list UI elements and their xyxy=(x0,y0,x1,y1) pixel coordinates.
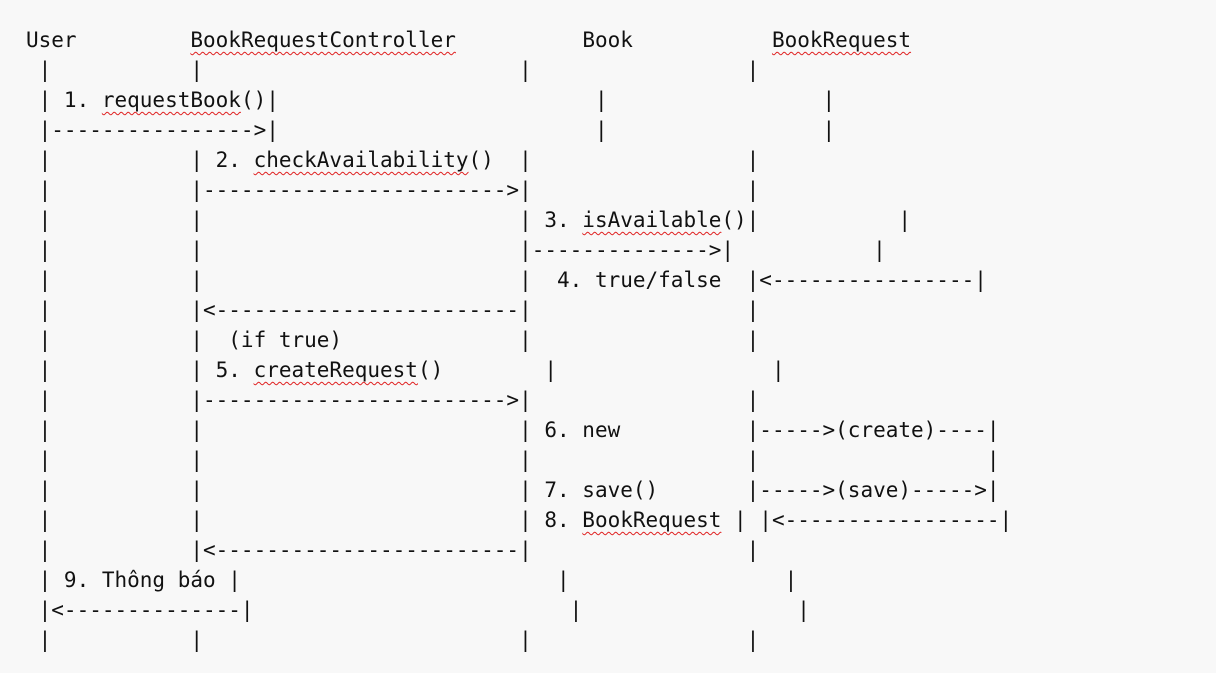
diagram-text: | |<------------------------| | xyxy=(26,538,760,562)
spell-flagged-text: isAvailable xyxy=(582,208,722,232)
diagram-text: | |<-----------------| xyxy=(721,508,1013,532)
diagram-line: | | (if true) | | xyxy=(26,325,760,355)
diagram-text: () | | xyxy=(468,148,760,172)
diagram-text: | | | | xyxy=(26,58,760,82)
diagram-text: | | | 7. save() |----->(save)----->| xyxy=(26,478,1000,502)
diagram-line: | | | 3. isAvailable()| | xyxy=(26,205,911,235)
diagram-text: | | (if true) | | xyxy=(26,328,760,352)
diagram-line: | 1. requestBook()| | | xyxy=(26,85,836,115)
diagram-text: | | | | xyxy=(26,628,760,652)
diagram-line: | | | 8. BookRequest | |<---------------… xyxy=(26,505,1013,535)
spell-flagged-text: checkAvailability xyxy=(253,148,469,172)
spell-flagged-text: createRequest xyxy=(253,358,418,382)
diagram-text: User xyxy=(26,28,191,52)
diagram-text: | |------------------------>| | xyxy=(26,178,760,202)
diagram-line: | | |-------------->| | xyxy=(26,235,886,265)
spell-flagged-text: BookRequestController xyxy=(190,28,456,52)
diagram-text: ()| | | xyxy=(240,88,836,112)
diagram-text: | | | 4. true/false |<----------------| xyxy=(26,268,987,292)
diagram-text: | 9. Thông báo | | | xyxy=(26,568,798,592)
diagram-text: | 1. xyxy=(26,88,102,112)
diagram-text: ()| | xyxy=(721,208,912,232)
diagram-line: | | 5. createRequest() | | xyxy=(26,355,785,385)
sequence-diagram: User BookRequestController Book BookRequ… xyxy=(0,0,1216,673)
diagram-text: | | |-------------->| | xyxy=(26,238,886,262)
diagram-line: | |------------------------>| | xyxy=(26,385,760,415)
diagram-line: | | | | | xyxy=(26,445,1000,475)
spell-flagged-text: BookRequest xyxy=(771,28,912,52)
diagram-line: | | | | xyxy=(26,625,760,655)
diagram-line: | |<------------------------| | xyxy=(26,535,760,565)
diagram-line: | | | | xyxy=(26,55,760,85)
diagram-line: | | | 6. new |----->(create)----| xyxy=(26,415,1000,445)
diagram-text: Book xyxy=(455,28,772,52)
diagram-text: | |<------------------------| | xyxy=(26,298,760,322)
diagram-text: | | 5. xyxy=(26,358,254,382)
diagram-text: | | | 6. new |----->(create)----| xyxy=(26,418,1000,442)
diagram-text: | | 2. xyxy=(26,148,254,172)
diagram-line: | | | 7. save() |----->(save)----->| xyxy=(26,475,1000,505)
diagram-text: () | | xyxy=(417,358,785,382)
diagram-line: |---------------->| | | xyxy=(26,115,836,145)
diagram-line: | | 2. checkAvailability() | | xyxy=(26,145,760,175)
participant-header-row: User BookRequestController Book BookRequ… xyxy=(26,25,911,55)
diagram-text: | | | 3. xyxy=(26,208,583,232)
diagram-line: | | | 4. true/false |<----------------| xyxy=(26,265,987,295)
diagram-text: | | | 8. xyxy=(26,508,583,532)
diagram-line: | |<------------------------| | xyxy=(26,295,760,325)
diagram-text: | |------------------------>| | xyxy=(26,388,760,412)
diagram-line: |<--------------| | | xyxy=(26,595,810,625)
diagram-text: | | | | | xyxy=(26,448,1000,472)
diagram-line: | |------------------------>| | xyxy=(26,175,760,205)
spell-flagged-text: requestBook xyxy=(101,88,241,112)
diagram-line: | 9. Thông báo | | | xyxy=(26,565,798,595)
diagram-text: |---------------->| | | xyxy=(26,118,836,142)
spell-flagged-text: BookRequest xyxy=(582,508,722,532)
diagram-text: |<--------------| | | xyxy=(26,598,810,622)
